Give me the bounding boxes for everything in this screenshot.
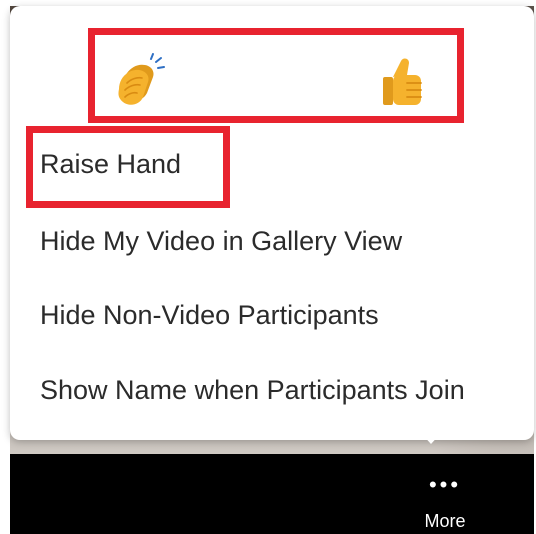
menu-item-hide-non-video-participants[interactable]: Hide Non-Video Participants [40, 297, 379, 333]
more-label: More [424, 511, 466, 531]
clapping-hands-icon[interactable] [113, 53, 169, 109]
thumbs-up-icon[interactable] [375, 53, 431, 109]
more-menu-popup: Raise Hand Hide My Video in Gallery View… [10, 6, 534, 440]
menu-item-hide-my-video[interactable]: Hide My Video in Gallery View [40, 223, 402, 259]
meeting-toolbar: ••• More [10, 454, 534, 534]
menu-item-show-name-on-join[interactable]: Show Name when Participants Join [40, 372, 465, 408]
more-dots-icon: ••• [428, 472, 462, 497]
menu-item-raise-hand[interactable]: Raise Hand [40, 146, 181, 182]
more-button[interactable]: ••• More [400, 470, 490, 532]
popup-caret [420, 432, 442, 444]
meeting-screen: ••• More Raise Hand Hide My Video in Gal… [0, 0, 536, 534]
reactions-row-highlight [88, 28, 464, 123]
